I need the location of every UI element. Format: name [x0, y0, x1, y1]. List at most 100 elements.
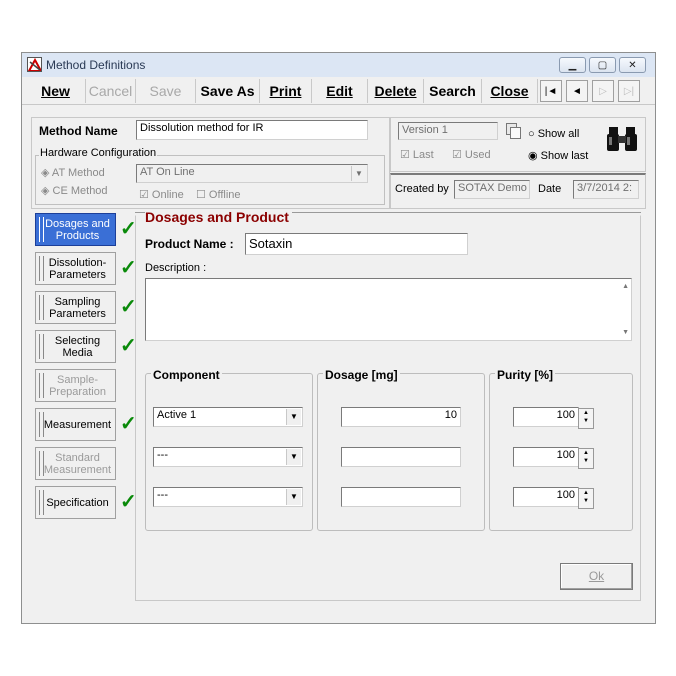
product-name-input[interactable]: Sotaxin: [245, 233, 468, 255]
created-by-input[interactable]: SOTAX Demo: [454, 180, 530, 199]
version-input[interactable]: Version 1: [398, 122, 498, 140]
component-value: ---: [157, 489, 168, 501]
dosage-input[interactable]: 10: [341, 407, 461, 427]
purity-value: 100: [556, 409, 575, 421]
purity-input[interactable]: 100 ▲ ▼: [513, 487, 594, 509]
sidebar-item-standard-measurement[interactable]: Standard Measurement: [35, 447, 116, 480]
save-as-button[interactable]: Save As: [196, 79, 260, 103]
maximize-icon[interactable]: ▢: [589, 57, 616, 73]
close-window-icon[interactable]: ✕: [619, 57, 646, 73]
sidebar-item-selecting-media[interactable]: Selecting Media: [35, 330, 116, 363]
toolbar: New Cancel Save Save As Print Edit Delet…: [22, 77, 655, 105]
show-all-radio[interactable]: ○ Show all: [528, 128, 579, 140]
purity-value: 100: [556, 489, 575, 501]
chevron-down-icon[interactable]: ▼: [286, 449, 301, 465]
sidebar-item-label: Sampling Parameters: [49, 295, 106, 320]
component-select[interactable]: --- ▼: [153, 487, 303, 507]
spinner-icon[interactable]: ▲ ▼: [578, 488, 594, 509]
search-button[interactable]: Search: [424, 79, 482, 103]
description-textarea[interactable]: ▲ ▼: [145, 278, 632, 341]
sidebar-item-label: Standard Measurement: [43, 451, 112, 476]
product-name-label: Product Name :: [145, 237, 234, 251]
dosage-input[interactable]: [341, 487, 461, 507]
used-label: Used: [464, 149, 491, 161]
sidebar-item-dosages-and-products[interactable]: Dosages and Products: [35, 213, 116, 246]
chevron-down-icon[interactable]: ▼: [286, 489, 301, 505]
window-title: Method Definitions: [46, 58, 146, 72]
sidebar-item-sampling-parameters[interactable]: Sampling Parameters: [35, 291, 116, 324]
hardware-config-label: Hardware Configuration: [39, 147, 158, 159]
cancel-button[interactable]: Cancel: [86, 79, 136, 103]
sidebar-item-label: Specification: [46, 496, 109, 509]
sidebar-item-specification[interactable]: Specification: [35, 486, 116, 519]
diamond-icon: ◈: [41, 185, 53, 197]
chevron-down-icon[interactable]: ▼: [286, 409, 301, 425]
minimize-icon[interactable]: ▁: [559, 57, 586, 73]
diamond-icon: ◈: [41, 167, 52, 179]
save-button[interactable]: Save: [136, 79, 196, 103]
component-select[interactable]: Active 1 ▼: [153, 407, 303, 427]
method-name-label: Method Name: [39, 124, 118, 138]
spinner-icon[interactable]: ▲ ▼: [578, 448, 594, 469]
date-label: Date: [538, 183, 562, 195]
offline-checkbox[interactable]: ☐ Offline: [196, 188, 241, 201]
show-last-label: Show last: [540, 150, 589, 162]
spinner-icon[interactable]: ▲ ▼: [578, 408, 594, 429]
sidebar-item-label: Measurement: [43, 418, 112, 431]
purity-input[interactable]: 100 ▲ ▼: [513, 407, 594, 429]
sidebar-item-sample-preparation[interactable]: Sample-Preparation: [35, 369, 116, 402]
last-checkbox[interactable]: ☑ Last: [400, 148, 434, 161]
ce-method-label: CE Method: [52, 185, 108, 197]
dosage-header: Dosage [mg]: [323, 368, 400, 382]
show-all-label: Show all: [537, 128, 580, 140]
copy-version-icon[interactable]: [506, 123, 522, 140]
show-last-radio[interactable]: ◉ Show last: [528, 149, 588, 162]
purity-input[interactable]: 100 ▲ ▼: [513, 447, 594, 469]
print-button[interactable]: Print: [260, 79, 312, 103]
sidebar-item-label: Dosages and Products: [45, 217, 110, 242]
purity-value: 100: [556, 449, 575, 461]
used-checkbox[interactable]: ☑ Used: [452, 148, 491, 161]
at-method-radio[interactable]: ◈ AT Method: [41, 166, 105, 179]
next-record-icon[interactable]: ▷: [592, 80, 614, 102]
method-name-input[interactable]: Dissolution method for IR: [136, 120, 368, 140]
app-icon: [27, 57, 42, 72]
at-method-label: AT Method: [51, 167, 105, 179]
sidebar-item-measurement[interactable]: Measurement: [35, 408, 116, 441]
online-checkbox[interactable]: ☑ Online: [139, 188, 184, 201]
component-select[interactable]: --- ▼: [153, 447, 303, 467]
component-value: Active 1: [157, 409, 197, 421]
close-button[interactable]: Close: [482, 79, 538, 103]
component-header: Component: [151, 368, 222, 382]
component-value: ---: [157, 449, 168, 461]
last-label: Last: [412, 149, 434, 161]
ok-button[interactable]: Ok: [560, 563, 633, 590]
sidebar-item-label: Dissolution-Parameters: [48, 256, 107, 281]
description-label: Description :: [145, 262, 207, 274]
binoculars-icon[interactable]: [606, 125, 638, 153]
at-method-combo[interactable]: AT On Line ▼: [136, 164, 368, 183]
method-definitions-window: Method Definitions ▁ ▢ ✕ New Cancel Save…: [21, 52, 656, 624]
ce-method-radio[interactable]: ◈ CE Method: [41, 184, 108, 197]
dosage-input[interactable]: [341, 447, 461, 467]
sidebar-item-dissolution-parameters[interactable]: Dissolution-Parameters: [35, 252, 116, 285]
new-button[interactable]: New: [26, 79, 86, 103]
section-title: Dosages and Product: [145, 209, 292, 225]
delete-button[interactable]: Delete: [368, 79, 424, 103]
scroll-down-icon[interactable]: ▼: [622, 329, 629, 336]
first-record-icon[interactable]: |◄: [540, 80, 562, 102]
ok-label: Ok: [588, 569, 605, 583]
scroll-up-icon[interactable]: ▲: [622, 283, 629, 290]
created-by-label: Created by: [395, 183, 449, 195]
prev-record-icon[interactable]: ◄: [566, 80, 588, 102]
chevron-down-icon[interactable]: ▼: [351, 166, 366, 181]
edit-button[interactable]: Edit: [312, 79, 368, 103]
last-record-icon[interactable]: ▷|: [618, 80, 640, 102]
date-input[interactable]: 3/7/2014 2:: [573, 180, 639, 199]
sidebar-item-label: Selecting Media: [54, 334, 101, 359]
sidebar-item-label: Sample-Preparation: [49, 373, 106, 398]
online-label: Online: [151, 189, 184, 201]
offline-label: Offline: [208, 189, 241, 201]
purity-header: Purity [%]: [495, 368, 556, 382]
title-bar: Method Definitions ▁ ▢ ✕: [22, 53, 655, 77]
